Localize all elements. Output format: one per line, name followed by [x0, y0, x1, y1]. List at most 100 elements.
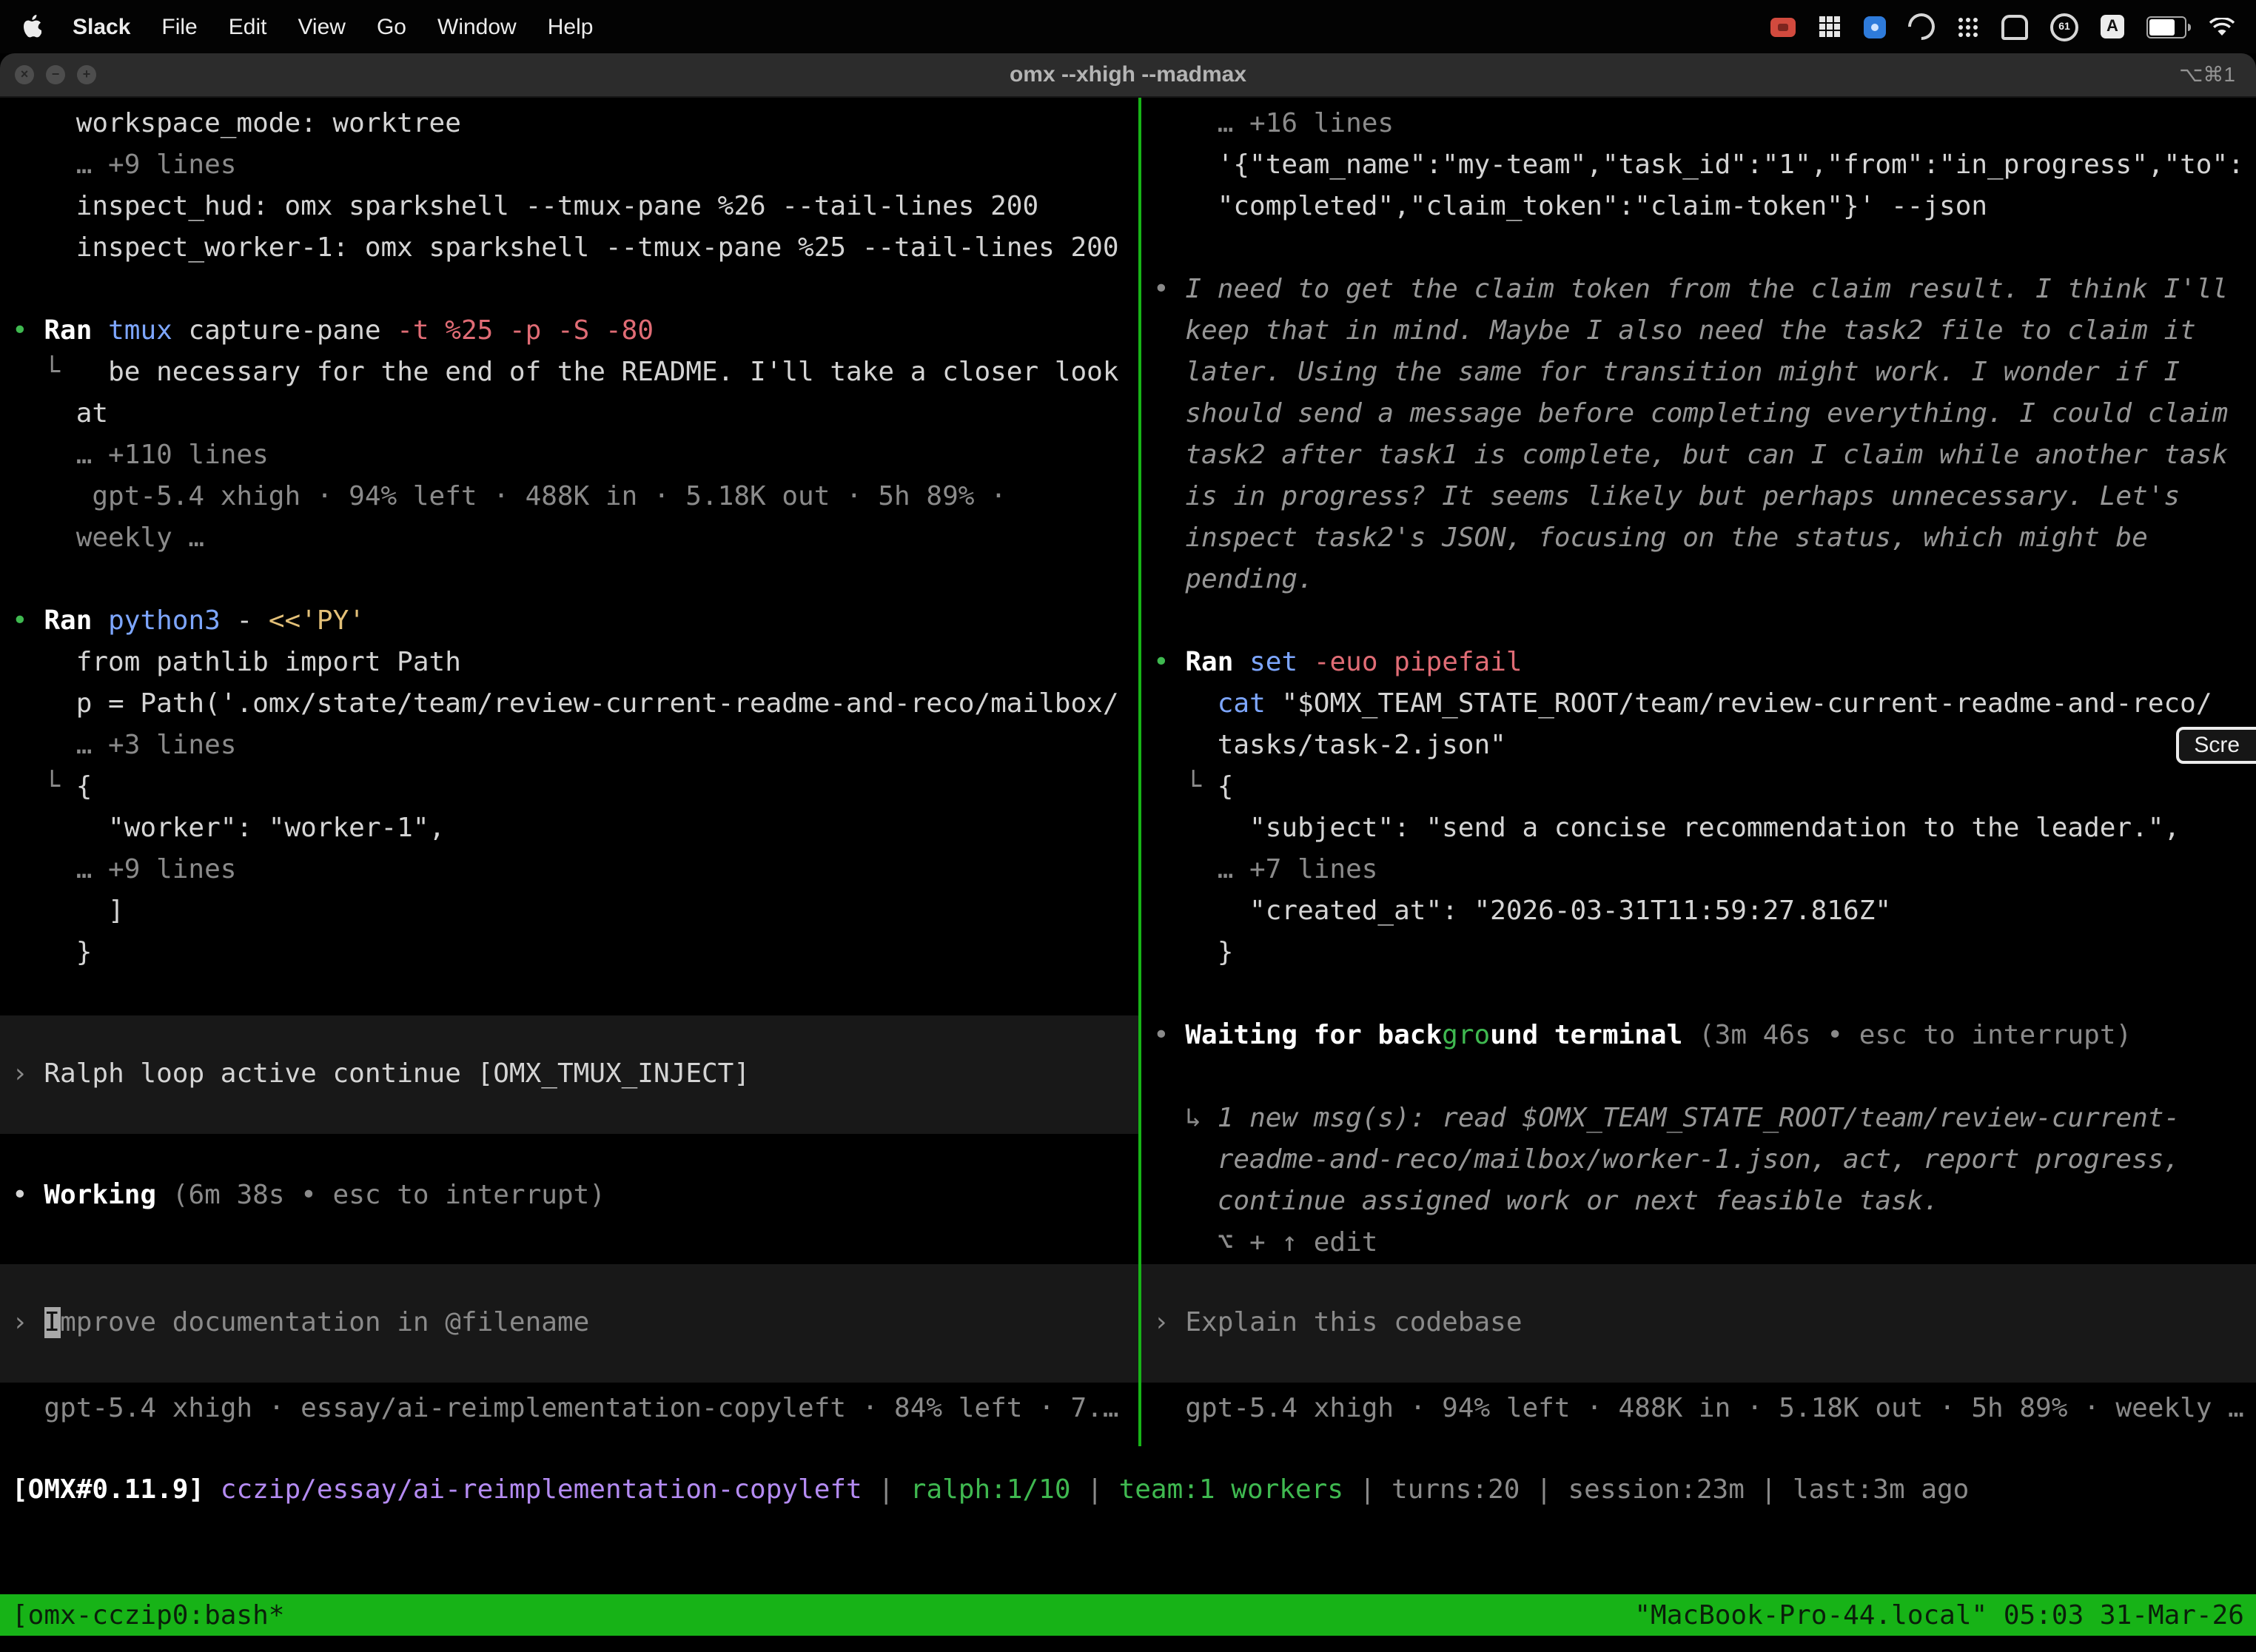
thinking-line: should send a message before completing … [1141, 394, 2256, 435]
pane-status-line: gpt-5.4 xhigh · essay/ai-reimplementatio… [0, 1389, 1138, 1430]
tmux-session-window: [omx-cczip0:bash* [12, 1599, 284, 1631]
tmux-status-bar: [omx-cczip0:bash* "MacBook-Pro-44.local"… [0, 1594, 2256, 1636]
moon-icon[interactable] [1903, 8, 1941, 46]
project-path: cczip/essay/ai-reimplementation-copyleft [221, 1474, 862, 1505]
terminal-line: … +3 lines [0, 725, 1138, 767]
text-segment: be necessary for the end of the README. … [108, 357, 1118, 388]
menu-bar-left: Slack File Edit View Go Window Help [21, 12, 593, 41]
mailbox-note-line: readme-and-reco/mailbox/worker-1.json, a… [1141, 1140, 2256, 1181]
menu-help[interactable]: Help [548, 14, 594, 39]
menu-view[interactable]: View [298, 14, 346, 39]
text-segment: und terminal [1490, 1020, 1699, 1051]
terminal-line: tasks/task-2.json" [1141, 725, 2256, 767]
prompt-chevron: › [12, 1307, 44, 1338]
terminal-line: '{"team_name":"my-team","task_id":"1","f… [1141, 145, 2256, 187]
result-elbow: └ [1153, 771, 1218, 802]
terminal-line: p = Path('.omx/state/team/review-current… [0, 684, 1138, 725]
apple-menu-icon[interactable] [21, 12, 41, 41]
text-segment: task2 after task1 is complete, but can I… [1153, 440, 2228, 471]
text-segment: } [12, 937, 92, 968]
text-segment: keep that in mind. Maybe I also need the… [1153, 315, 2196, 346]
text-segment: gpt-5.4 xhigh · 94% left · 488K in · 5.1… [1153, 1393, 2244, 1424]
mailbox-note-line: ↳ 1 new msg(s): read $OMX_TEAM_STATE_ROO… [1141, 1098, 2256, 1140]
text-segment: … +9 lines [12, 150, 236, 181]
terminal-line: … +16 lines [1141, 104, 2256, 145]
screen-share-tooltip: Scre [2176, 727, 2256, 764]
terminal-line: └ be necessary for the end of the README… [0, 352, 1138, 394]
pane-left[interactable]: workspace_mode: worktree … +9 lines insp… [0, 98, 1138, 1446]
text-segment: { [76, 771, 93, 802]
text-segment: weekly … [12, 523, 204, 554]
text-segment: | [1745, 1474, 1793, 1505]
wifi-icon[interactable] [2209, 12, 2235, 41]
terminal-line: } [1141, 933, 2256, 974]
ralph-loop-banner[interactable]: › Ralph loop active continue [OMX_TMUX_I… [0, 1015, 1138, 1134]
text-segment: (6m 38s • esc to interrupt) [172, 1180, 605, 1211]
terminal-line: inspect_worker-1: omx sparkshell --tmux-… [0, 228, 1138, 269]
text-segment: (3m 46s • esc to interrupt) [1699, 1020, 2132, 1051]
terminal-line: at [0, 394, 1138, 435]
edit-hint: ⌥ + ↑ edit [1153, 1227, 1377, 1258]
thinking-line: inspect task2's JSON, focusing on the st… [1141, 518, 2256, 560]
input-source-icon[interactable]: A [2101, 15, 2124, 38]
battery-icon[interactable] [2146, 16, 2186, 38]
prompt-input-right[interactable]: › Explain this codebase [1141, 1264, 2256, 1383]
blue-app-icon[interactable] [1864, 16, 1886, 38]
pane-status-line: gpt-5.4 xhigh · 94% left · 488K in · 5.1… [1141, 1389, 2256, 1430]
window-shortcut-hint: ⌥⌘1 [2179, 62, 2235, 87]
title-bar: × − + omx --xhigh --madmax ⌥⌘1 [0, 53, 2256, 98]
ghost-icon[interactable] [2001, 14, 2028, 39]
screen-recording-icon[interactable] [1770, 17, 1796, 36]
text-segment: | [1343, 1474, 1391, 1505]
text-segment: ] [12, 896, 124, 927]
dots-grid-icon[interactable] [1957, 16, 1979, 38]
text-segment: continue assigned work or next feasible … [1153, 1186, 1939, 1217]
screen: Slack File Edit View Go Window Help 61 A [0, 0, 2256, 1652]
prompt-input-left[interactable]: › Improve documentation in @filename [0, 1264, 1138, 1383]
close-button[interactable]: × [15, 65, 34, 84]
app-menu-slack[interactable]: Slack [73, 14, 130, 39]
text-segment: workspace_mode: worktree [12, 108, 461, 139]
terminal-line: … +110 lines [0, 435, 1138, 477]
terminal-line: from pathlib import Path [0, 642, 1138, 684]
pane-right[interactable]: … +16 lines '{"team_name":"my-team","tas… [1141, 98, 2256, 1446]
bullet: • [12, 605, 44, 637]
ran-command-line: • Ran python3 - <<'PY' [0, 601, 1138, 642]
text-segment: readme-and-reco/mailbox/worker-1.json, a… [1153, 1144, 2180, 1175]
spacer [0, 1217, 1138, 1264]
menu-go[interactable]: Go [377, 14, 406, 39]
thinking-line: pending. [1141, 560, 2256, 601]
menu-bar: Slack File Edit View Go Window Help 61 A [0, 0, 2256, 53]
cpu-gauge-icon[interactable]: 61 [2050, 13, 2078, 41]
thinking-line: keep that in mind. Maybe I also need the… [1141, 311, 2256, 352]
minimize-button[interactable]: − [46, 65, 65, 84]
menu-window[interactable]: Window [437, 14, 517, 39]
text-segment: "$OMX_TEAM_STATE_ROOT/team/review-curren… [1281, 688, 2212, 719]
terminal-line [0, 1134, 1138, 1175]
text-segment: cat [1218, 688, 1282, 719]
turns-counter: turns:20 [1391, 1474, 1520, 1505]
terminal-line: workspace_mode: worktree [0, 104, 1138, 145]
text-segment: -t %25 -p -S -80 [397, 315, 654, 346]
terminal-line: ] [0, 891, 1138, 933]
menu-file[interactable]: File [161, 14, 197, 39]
last-activity: last:3m ago [1793, 1474, 1969, 1505]
text-segment: { [1218, 771, 1234, 802]
window-grid-icon[interactable] [1818, 15, 1842, 38]
prompt-chevron: › [1153, 1307, 1185, 1338]
text-segment: python3 [108, 605, 236, 637]
menu-edit[interactable]: Edit [229, 14, 267, 39]
text-segment: <<'PY' [269, 605, 365, 637]
terminal-line: … +7 lines [1141, 850, 2256, 891]
text-segment: at [12, 398, 108, 429]
cursor: I [44, 1307, 60, 1338]
terminal-line [1141, 601, 2256, 642]
terminal-line: └ { [1141, 767, 2256, 808]
zoom-button[interactable]: + [77, 65, 96, 84]
terminal-line: cat "$OMX_TEAM_STATE_ROOT/team/review-cu… [1141, 684, 2256, 725]
text-segment: '{"team_name":"my-team","task_id":"1","f… [1153, 150, 2244, 181]
bullet: • [1153, 274, 1185, 305]
thinking-line: task2 after task1 is complete, but can I… [1141, 435, 2256, 477]
terminal-line: … +9 lines [0, 850, 1138, 891]
result-elbow: └ [12, 771, 76, 802]
